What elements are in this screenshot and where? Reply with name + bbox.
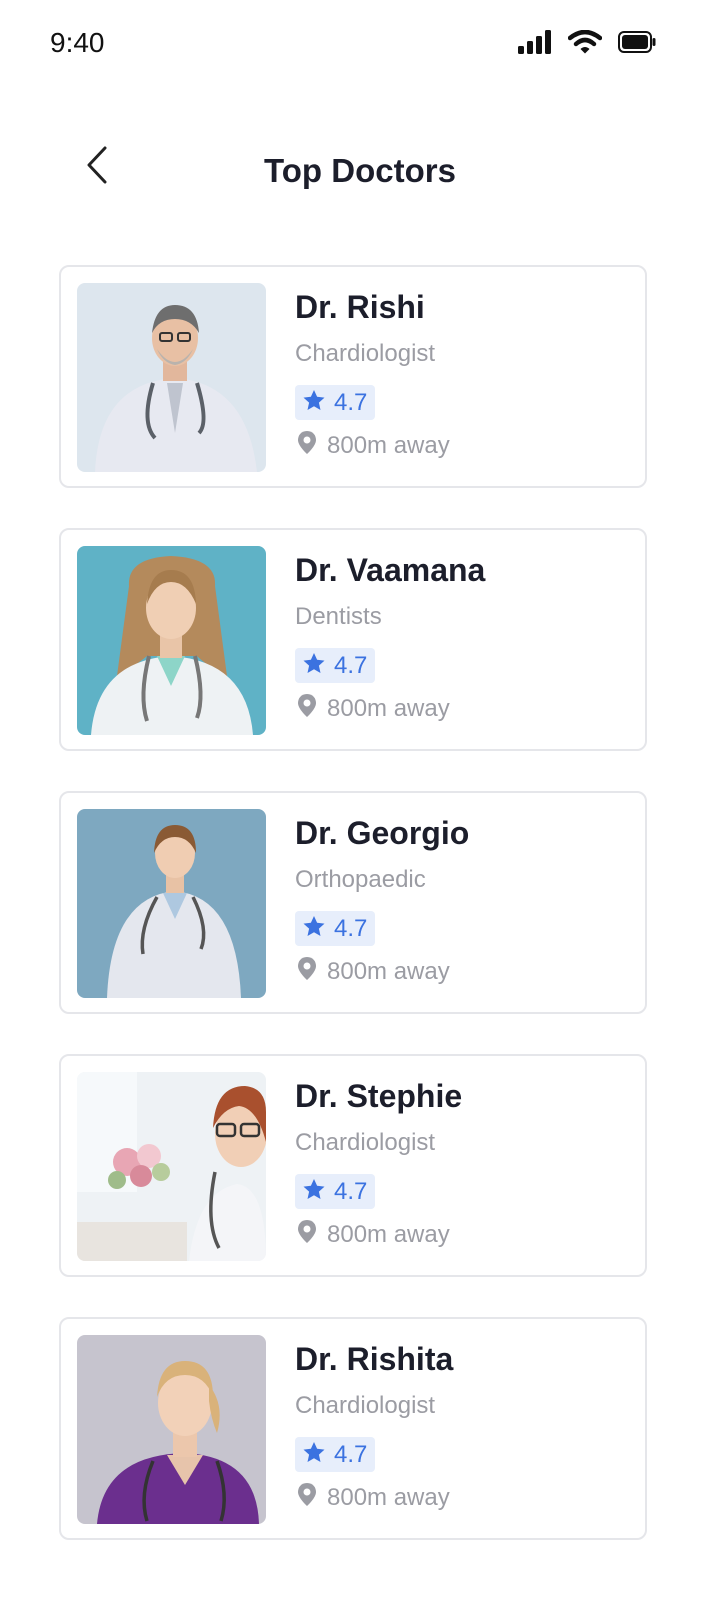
top-doctors-screen: 9:40 Top Doctors Dr. Rishi Chardiologist… (0, 0, 720, 1600)
rating-badge: 4.7 (295, 911, 376, 946)
doctor-specialty: Chardiologist (295, 340, 436, 367)
signal-icon (518, 30, 552, 54)
doctor-list: Dr. Rishi Chardiologist 4.7 800m away Dr… (59, 265, 647, 1580)
doctor-specialty: Dentists (295, 603, 382, 630)
doctor-info: Dr. Georgio Orthopaedic 4.7 800m away (295, 813, 629, 987)
doctor-card[interactable]: Dr. Stephie Chardiologist 4.7 800m away (59, 1054, 647, 1277)
distance-text: 800m away (327, 1220, 450, 1248)
location-pin-icon (295, 1482, 319, 1513)
location-pin-icon (295, 1219, 319, 1250)
doctor-card[interactable]: Dr. Georgio Orthopaedic 4.7 800m away (59, 791, 647, 1014)
header: Top Doctors (0, 130, 720, 210)
location-pin-icon (295, 956, 319, 987)
status-bar: 9:40 (0, 0, 720, 90)
page-title: Top Doctors (264, 152, 456, 189)
doctor-name: Dr. Rishi (295, 289, 425, 325)
rating-badge: 4.7 (295, 385, 376, 420)
distance-row: 800m away (295, 693, 629, 724)
doctor-info: Dr. Rishi Chardiologist 4.7 800m away (295, 287, 629, 461)
doctor-specialty: Orthopaedic (295, 866, 426, 893)
distance-text: 800m away (327, 694, 450, 722)
rating-badge: 4.7 (295, 648, 376, 683)
doctor-name: Dr. Vaamana (295, 552, 486, 588)
doctor-card[interactable]: Dr. Vaamana Dentists 4.7 800m away (59, 528, 647, 751)
status-time: 9:40 (50, 27, 105, 58)
location-pin-icon (295, 693, 319, 724)
doctor-photo (77, 809, 266, 998)
doctor-name: Dr. Rishita (295, 1341, 454, 1377)
distance-row: 800m away (295, 430, 629, 461)
location-pin-icon (295, 430, 319, 461)
doctor-name: Dr. Stephie (295, 1078, 463, 1114)
distance-row: 800m away (295, 1219, 629, 1250)
doctor-info: Dr. Rishita Chardiologist 4.7 800m away (295, 1339, 629, 1513)
distance-row: 800m away (295, 956, 629, 987)
rating-value: 4.7 (334, 1177, 368, 1205)
rating-value: 4.7 (334, 651, 368, 679)
doctor-name: Dr. Georgio (295, 815, 470, 851)
star-icon (302, 915, 326, 943)
star-icon (302, 1441, 326, 1469)
doctor-photo (77, 546, 266, 735)
doctor-photo (77, 1335, 266, 1524)
star-icon (302, 389, 326, 417)
rating-value: 4.7 (334, 1440, 368, 1468)
doctor-photo (77, 1072, 266, 1261)
doctor-info: Dr. Stephie Chardiologist 4.7 800m away (295, 1076, 629, 1250)
battery-icon (618, 31, 656, 53)
star-icon (302, 652, 326, 680)
distance-text: 800m away (327, 957, 450, 985)
rating-value: 4.7 (334, 388, 368, 416)
doctor-card[interactable]: Dr. Rishi Chardiologist 4.7 800m away (59, 265, 647, 488)
doctor-card[interactable]: Dr. Rishita Chardiologist 4.7 800m away (59, 1317, 647, 1540)
star-icon (302, 1178, 326, 1206)
wifi-icon (568, 30, 602, 54)
doctor-specialty: Chardiologist (295, 1392, 436, 1419)
rating-badge: 4.7 (295, 1437, 376, 1472)
distance-row: 800m away (295, 1482, 629, 1513)
distance-text: 800m away (327, 431, 450, 459)
rating-badge: 4.7 (295, 1174, 376, 1209)
doctor-info: Dr. Vaamana Dentists 4.7 800m away (295, 550, 629, 724)
status-icons (518, 30, 656, 54)
distance-text: 800m away (327, 1483, 450, 1511)
doctor-specialty: Chardiologist (295, 1129, 436, 1156)
rating-value: 4.7 (334, 914, 368, 942)
doctor-photo (77, 283, 266, 472)
